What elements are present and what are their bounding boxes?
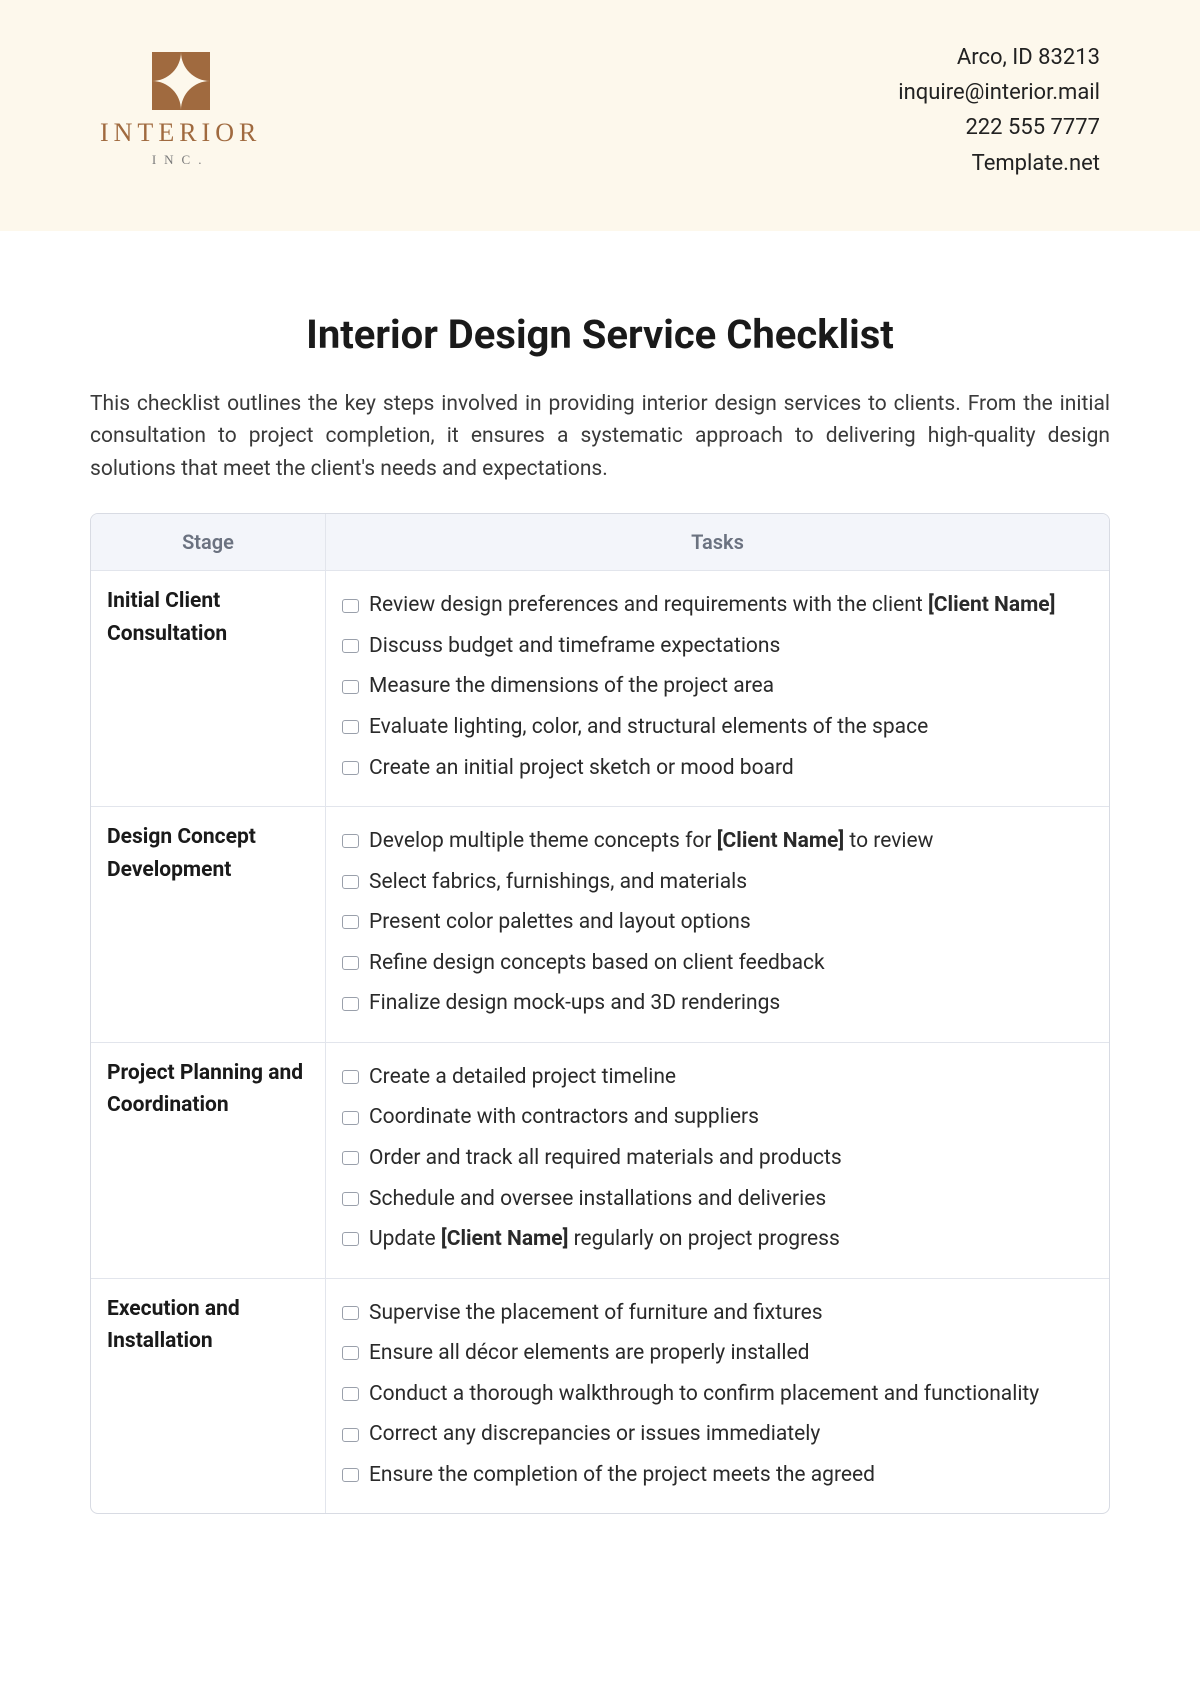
checkbox-icon[interactable]: [342, 1111, 359, 1125]
checkbox-icon[interactable]: [342, 1232, 359, 1246]
task-text: Review design preferences and requiremen…: [369, 589, 1093, 622]
checkbox-icon[interactable]: [342, 1306, 359, 1320]
checkbox-icon[interactable]: [342, 1070, 359, 1084]
task-text: Refine design concepts based on client f…: [369, 947, 1093, 980]
checkbox-icon[interactable]: [342, 680, 359, 694]
task-text: Finalize design mock-ups and 3D renderin…: [369, 987, 1093, 1020]
task-item: Schedule and oversee installations and d…: [342, 1179, 1093, 1220]
task-item: Review design preferences and requiremen…: [342, 585, 1093, 626]
stage-cell: Design Concept Development: [91, 807, 326, 1043]
checkbox-icon[interactable]: [342, 761, 359, 775]
checkbox-icon[interactable]: [342, 875, 359, 889]
task-item: Supervise the placement of furniture and…: [342, 1293, 1093, 1334]
checkbox-icon[interactable]: [342, 720, 359, 734]
table-row: Project Planning and CoordinationCreate …: [91, 1043, 1109, 1279]
contact-block: Arco, ID 83213 inquire@interior.mail 222…: [898, 40, 1100, 181]
checkbox-icon[interactable]: [342, 915, 359, 929]
contact-site: Template.net: [898, 146, 1100, 181]
contact-phone: 222 555 7777: [898, 110, 1100, 145]
task-text: Ensure the completion of the project mee…: [369, 1459, 1093, 1492]
task-text: Correct any discrepancies or issues imme…: [369, 1418, 1093, 1451]
task-item: Refine design concepts based on client f…: [342, 943, 1093, 984]
checkbox-icon[interactable]: [342, 599, 359, 613]
checkbox-icon[interactable]: [342, 639, 359, 653]
task-text: Evaluate lighting, color, and structural…: [369, 711, 1093, 744]
task-text: Create a detailed project timeline: [369, 1061, 1093, 1094]
task-text: Present color palettes and layout option…: [369, 906, 1093, 939]
checkbox-icon[interactable]: [342, 1428, 359, 1442]
task-text: Develop multiple theme concepts for [Cli…: [369, 825, 1093, 858]
table-row: Design Concept Development Develop multip…: [91, 807, 1109, 1043]
task-item: Create an initial project sketch or mood…: [342, 748, 1093, 789]
task-text: Select fabrics, furnishings, and materia…: [369, 866, 1093, 899]
page-title: Interior Design Service Checklist: [90, 311, 1110, 358]
task-item: Ensure all décor elements are properly i…: [342, 1333, 1093, 1374]
checkbox-icon[interactable]: [342, 956, 359, 970]
tasks-cell: Create a detailed project timeline Coordi…: [326, 1043, 1109, 1279]
checkbox-icon[interactable]: [342, 834, 359, 848]
document-header: INTERIOR INC. Arco, ID 83213 inquire@int…: [0, 0, 1200, 231]
task-text: Schedule and oversee installations and d…: [369, 1183, 1093, 1216]
task-item: Measure the dimensions of the project ar…: [342, 666, 1093, 707]
task-item: Finalize design mock-ups and 3D renderin…: [342, 983, 1093, 1024]
col-header-tasks: Tasks: [326, 514, 1109, 571]
checkbox-icon[interactable]: [342, 1468, 359, 1482]
stage-cell: Execution and Installation: [91, 1279, 326, 1514]
task-item: Develop multiple theme concepts for [Cli…: [342, 821, 1093, 862]
task-text: Discuss budget and timeframe expectation…: [369, 630, 1093, 663]
task-text: Supervise the placement of furniture and…: [369, 1297, 1093, 1330]
table-row: Execution and Installation Supervise the …: [91, 1279, 1109, 1514]
task-item: Evaluate lighting, color, and structural…: [342, 707, 1093, 748]
task-item: Discuss budget and timeframe expectation…: [342, 626, 1093, 667]
contact-email: inquire@interior.mail: [898, 75, 1100, 110]
tasks-cell: Review design preferences and requiremen…: [326, 571, 1109, 807]
col-header-stage: Stage: [91, 514, 326, 571]
task-item: Coordinate with contractors and supplier…: [342, 1097, 1093, 1138]
stage-cell: Initial Client Consultation: [91, 571, 326, 807]
contact-address: Arco, ID 83213: [898, 40, 1100, 75]
checkbox-icon[interactable]: [342, 1346, 359, 1360]
checkbox-icon[interactable]: [342, 1192, 359, 1206]
logo-subtitle: INC.: [152, 152, 210, 168]
logo-name: INTERIOR: [100, 118, 261, 148]
checkbox-icon[interactable]: [342, 1151, 359, 1165]
task-item: Select fabrics, furnishings, and materia…: [342, 862, 1093, 903]
task-item: Create a detailed project timeline: [342, 1057, 1093, 1098]
task-text: Measure the dimensions of the project ar…: [369, 670, 1093, 703]
checkbox-icon[interactable]: [342, 1387, 359, 1401]
task-item: Order and track all required materials a…: [342, 1138, 1093, 1179]
task-text: Conduct a thorough walkthrough to confir…: [369, 1378, 1093, 1411]
stage-cell: Project Planning and Coordination: [91, 1043, 326, 1279]
document-content: Interior Design Service Checklist This c…: [0, 231, 1200, 1515]
task-text: Create an initial project sketch or mood…: [369, 752, 1093, 785]
task-text: Update [Client Name] regularly on projec…: [369, 1223, 1093, 1256]
task-text: Order and track all required materials a…: [369, 1142, 1093, 1175]
task-text: Ensure all décor elements are properly i…: [369, 1337, 1093, 1370]
task-item: Conduct a thorough walkthrough to confir…: [342, 1374, 1093, 1415]
checkbox-icon[interactable]: [342, 997, 359, 1011]
table-row: Initial Client Consultation Review design…: [91, 571, 1109, 807]
logo-icon: [152, 52, 210, 110]
intro-paragraph: This checklist outlines the key steps in…: [90, 388, 1110, 486]
logo-block: INTERIOR INC.: [100, 52, 261, 168]
task-item: Correct any discrepancies or issues imme…: [342, 1414, 1093, 1455]
task-item: Present color palettes and layout option…: [342, 902, 1093, 943]
task-text: Coordinate with contractors and supplier…: [369, 1101, 1093, 1134]
task-item: Update [Client Name] regularly on projec…: [342, 1219, 1093, 1260]
tasks-cell: Develop multiple theme concepts for [Cli…: [326, 807, 1109, 1043]
task-item: Ensure the completion of the project mee…: [342, 1455, 1093, 1496]
tasks-cell: Supervise the placement of furniture and…: [326, 1279, 1109, 1514]
checklist-table: Stage Tasks Initial Client Consultation R…: [90, 513, 1110, 1514]
